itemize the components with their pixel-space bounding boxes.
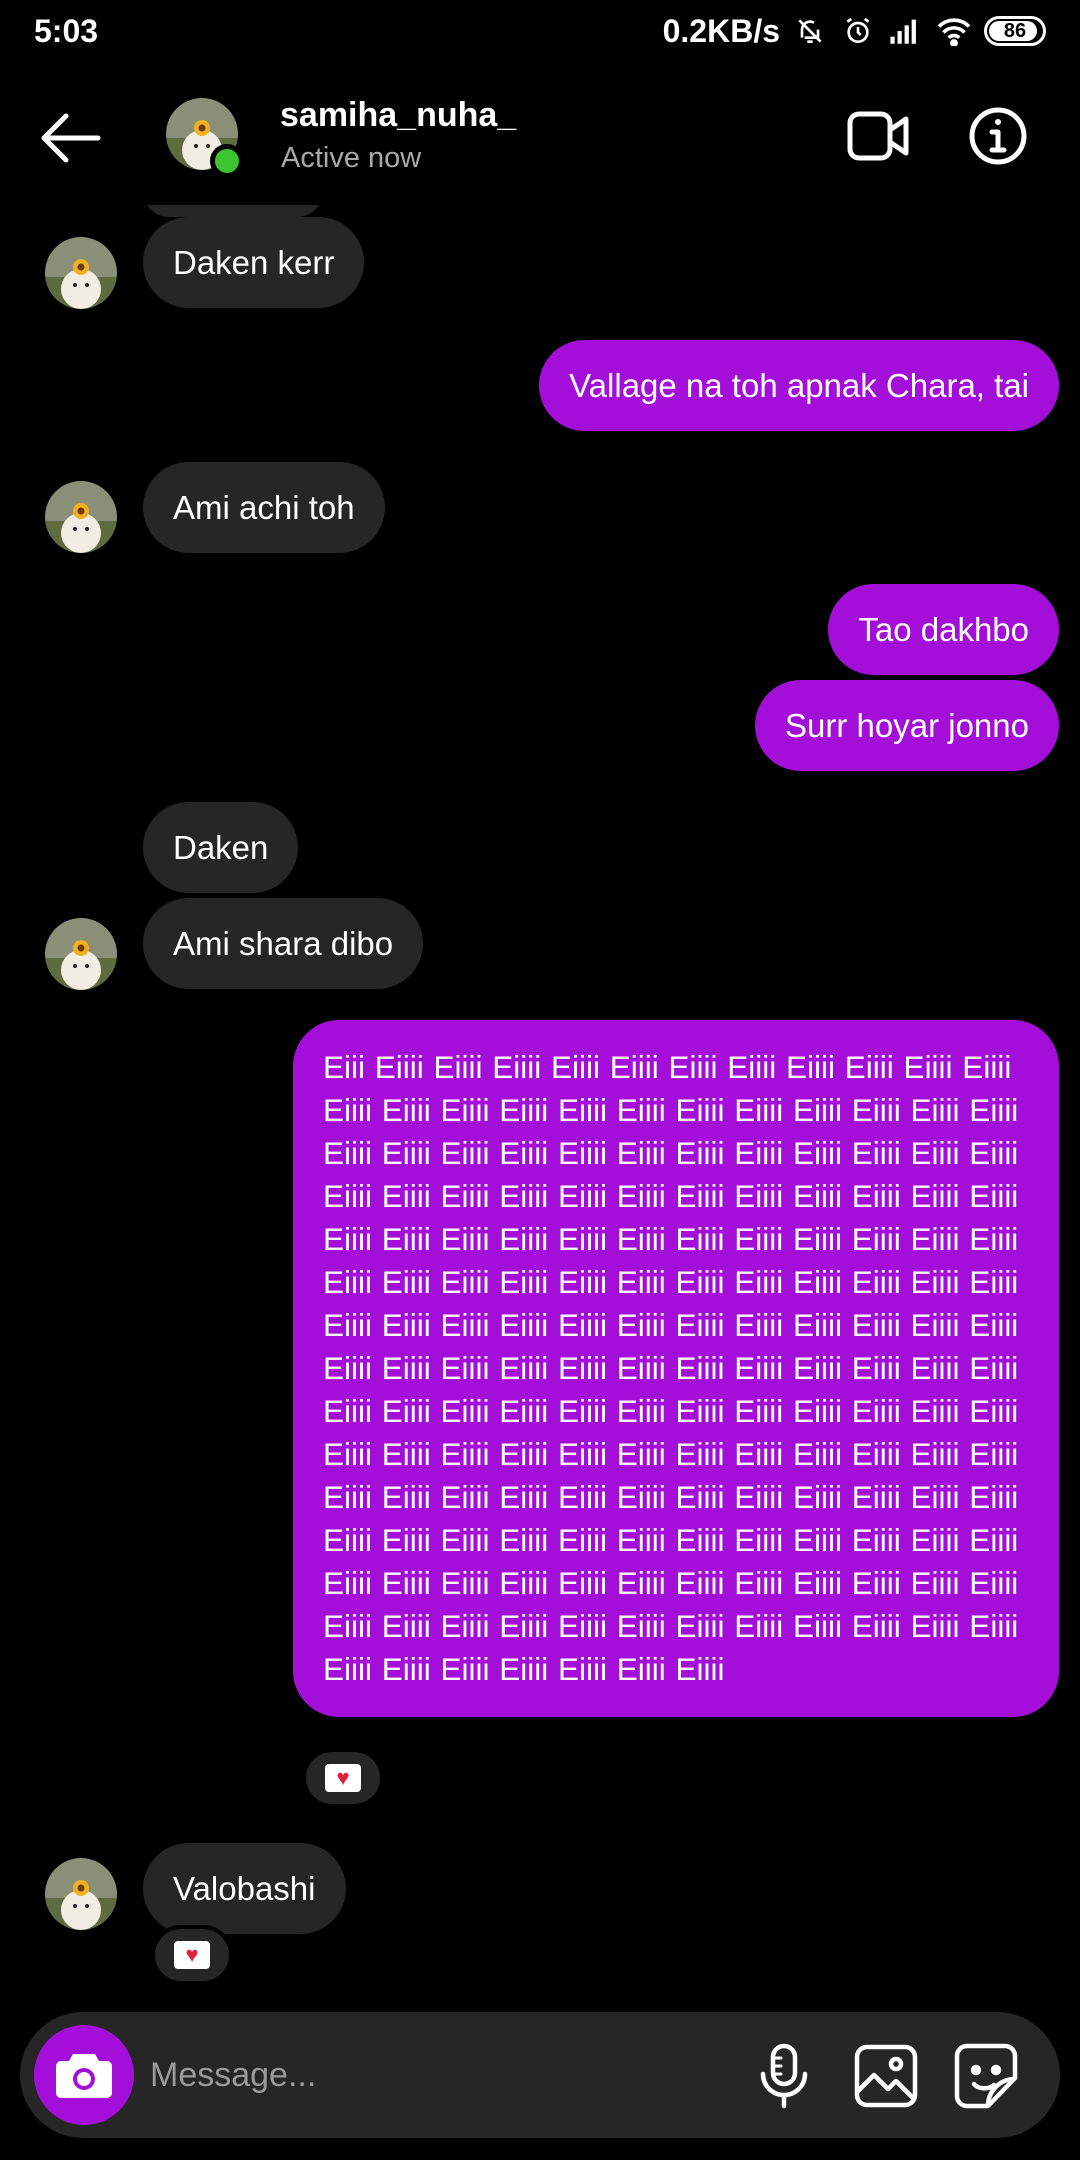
- camera-icon[interactable]: [34, 2025, 134, 2125]
- battery-level: 86: [1003, 19, 1027, 42]
- signal-icon: [888, 13, 924, 49]
- contact-avatar-small[interactable]: [45, 918, 117, 990]
- heart-letter-icon: ♥: [174, 1941, 210, 1969]
- contact-status: Active now: [281, 142, 422, 174]
- message-thread[interactable]: Daken kerr Vallage na toh apnak Chara, t…: [0, 205, 1080, 2000]
- info-icon[interactable]: [968, 106, 1028, 166]
- battery-icon: 86: [984, 16, 1046, 46]
- contact-avatar-small[interactable]: [45, 1858, 117, 1930]
- microphone-icon[interactable]: [752, 2042, 816, 2110]
- status-icons: 0.2KB/s 86: [663, 13, 1046, 50]
- back-arrow-icon[interactable]: [38, 110, 104, 166]
- chat-header: samiha_nuha_ Active now: [0, 62, 1080, 212]
- incoming-message[interactable]: Ami shara dibo: [143, 898, 424, 989]
- outgoing-message[interactable]: Vallage na toh apnak Chara, tai: [539, 340, 1059, 431]
- video-call-icon[interactable]: [846, 108, 910, 164]
- contact-avatar-small[interactable]: [45, 481, 117, 553]
- wifi-icon: [936, 13, 972, 49]
- alarm-icon: [840, 13, 876, 49]
- message-bubble-partial: [143, 205, 323, 217]
- contact-username[interactable]: samiha_nuha_: [280, 96, 516, 135]
- mute-bell-icon: [792, 13, 828, 49]
- incoming-message[interactable]: Daken: [143, 802, 299, 893]
- status-bar: 5:03 0.2KB/s 86: [0, 0, 1080, 62]
- network-speed: 0.2KB/s: [662, 12, 780, 49]
- incoming-message[interactable]: Ami achi toh: [143, 462, 385, 553]
- status-time: 5:03: [34, 12, 99, 49]
- gallery-icon[interactable]: [852, 2042, 920, 2110]
- outgoing-message[interactable]: Tao dakhbo: [828, 584, 1059, 675]
- sticker-icon[interactable]: [952, 2042, 1020, 2110]
- outgoing-message-long[interactable]: Eiii Eiiii Eiiii Eiiii Eiiii Eiiii Eiiii…: [293, 1020, 1059, 1717]
- online-indicator: [210, 144, 244, 178]
- incoming-message[interactable]: Valobashi: [143, 1843, 346, 1934]
- message-reaction[interactable]: ♥: [151, 1925, 233, 1985]
- heart-letter-icon: ♥: [325, 1764, 361, 1792]
- message-composer: [20, 2012, 1060, 2138]
- contact-avatar-small[interactable]: [45, 237, 117, 309]
- outgoing-message[interactable]: Surr hoyar jonno: [755, 680, 1059, 771]
- incoming-message[interactable]: Daken kerr: [143, 217, 365, 308]
- message-reaction[interactable]: ♥: [302, 1748, 384, 1808]
- message-input[interactable]: [150, 2040, 730, 2110]
